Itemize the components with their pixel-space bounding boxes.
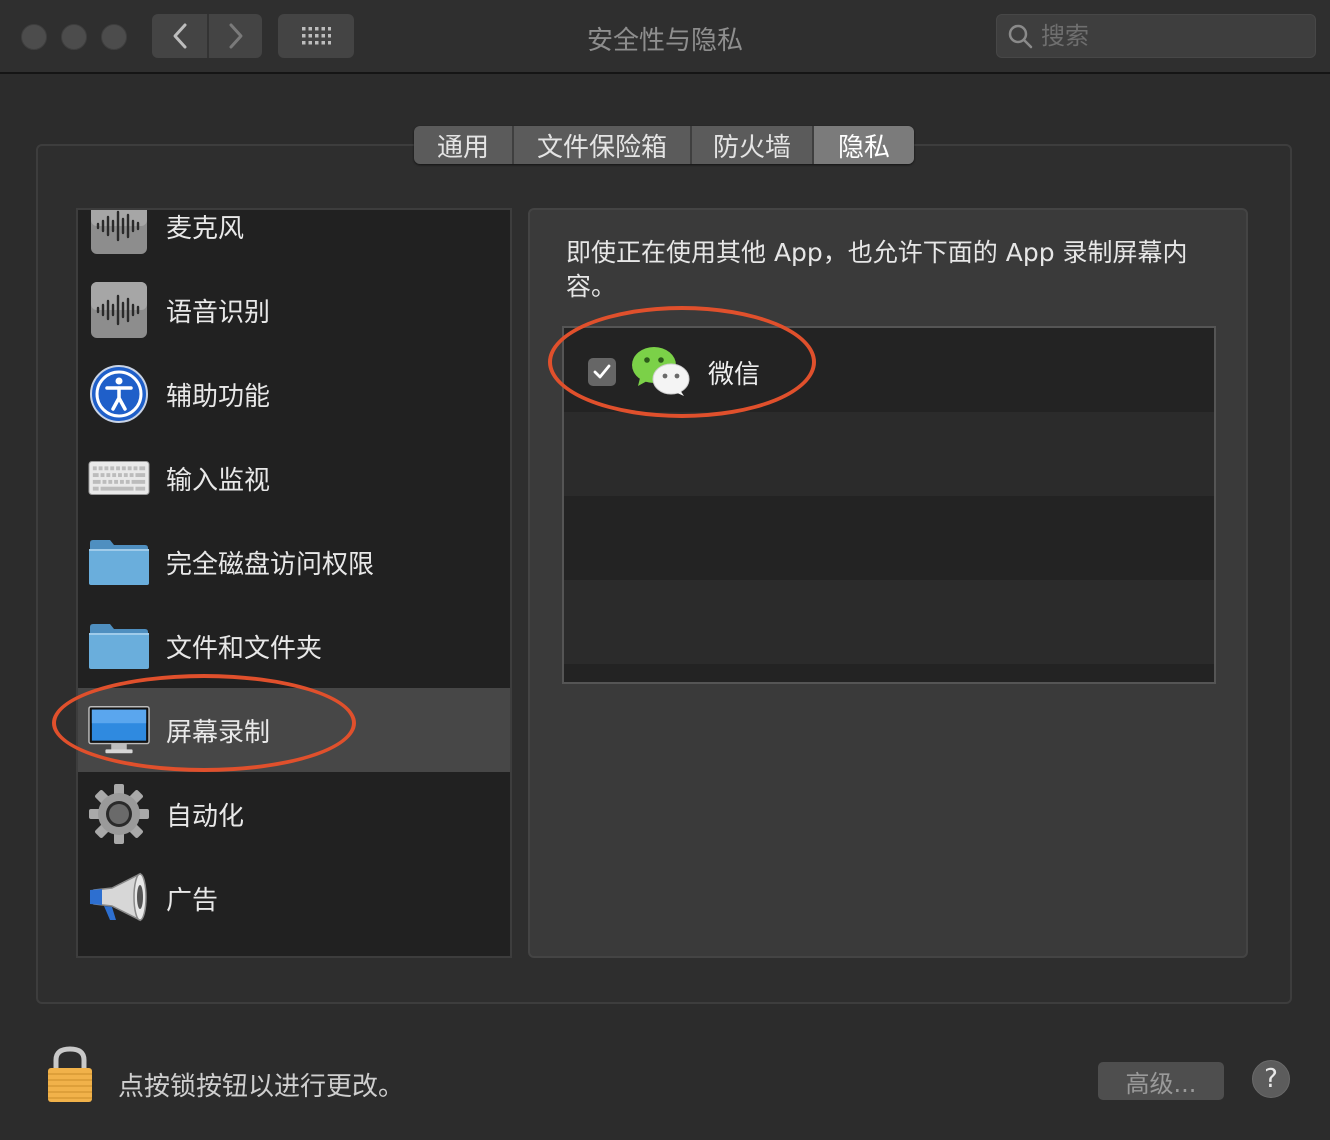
folder-icon — [88, 954, 150, 956]
sidebar-item-label: 辅助功能 — [166, 381, 271, 412]
tab-privacy[interactable]: 隐私 — [814, 126, 914, 164]
keyboard-icon — [88, 447, 150, 509]
app-name: 微信 — [708, 360, 761, 390]
checkmark-icon — [593, 364, 611, 379]
folder-icon — [88, 615, 150, 677]
app-checkbox[interactable] — [588, 358, 616, 386]
app-list[interactable]: 微信 — [562, 326, 1216, 684]
sidebar-item-label: 文件和文件夹 — [166, 633, 323, 664]
sidebar-item-label: 麦克风 — [166, 213, 245, 244]
help-button[interactable]: ? — [1252, 1060, 1290, 1098]
accessibility-icon — [88, 363, 150, 425]
display-icon — [88, 699, 150, 761]
wechat-icon — [630, 344, 692, 398]
empty-row — [564, 412, 1214, 496]
advanced-button[interactable]: 高级... — [1098, 1062, 1224, 1100]
sidebar-item-label: 输入监视 — [166, 465, 271, 496]
show-all-button[interactable] — [278, 14, 354, 58]
folder-icon — [88, 531, 150, 593]
empty-row — [564, 496, 1214, 580]
forward-button[interactable] — [207, 14, 262, 58]
search-field[interactable] — [996, 14, 1316, 58]
sidebar-item-accessibility[interactable]: 辅助功能 — [78, 352, 510, 436]
sidebar-item-automation[interactable]: 自动化 — [78, 772, 510, 856]
sidebar-item-next[interactable] — [78, 940, 510, 956]
tab-bar: 通用 文件保险箱 防火墙 隐私 — [414, 126, 914, 164]
sidebar-item-label: 自动化 — [166, 801, 245, 832]
close-window-button[interactable] — [21, 24, 47, 50]
chevron-left-icon — [173, 23, 186, 49]
tab-general[interactable]: 通用 — [414, 126, 514, 164]
search-icon — [1008, 24, 1033, 49]
screen-recording-detail: 即使正在使用其他 App，也允许下面的 App 录制屏幕内容。 微信 — [528, 208, 1248, 958]
sidebar-item-files-and-folders[interactable]: 文件和文件夹 — [78, 604, 510, 688]
lock-icon[interactable] — [46, 1046, 94, 1104]
sidebar-item-microphone[interactable]: 麦克风 — [78, 210, 510, 268]
back-button[interactable] — [152, 14, 207, 58]
tab-firewall[interactable]: 防火墙 — [692, 126, 814, 164]
empty-row — [564, 664, 1214, 682]
navigation-buttons — [152, 14, 262, 58]
sidebar-item-speech-recognition[interactable]: 语音识别 — [78, 268, 510, 352]
title-bar: 安全性与隐私 — [0, 0, 1330, 74]
sidebar-item-label: 广告 — [166, 885, 219, 916]
grid-icon — [302, 27, 331, 45]
sidebar-item-input-monitoring[interactable]: 输入监视 — [78, 436, 510, 520]
zoom-window-button[interactable] — [101, 24, 127, 50]
sidebar-item-label: 屏幕录制 — [166, 717, 271, 748]
megaphone-icon — [88, 867, 150, 929]
description-text: 即使正在使用其他 App，也允许下面的 App 录制屏幕内容。 — [566, 238, 1188, 301]
sidebar-item-full-disk-access[interactable]: 完全磁盘访问权限 — [78, 520, 510, 604]
search-input[interactable] — [1041, 22, 1291, 50]
lock-hint-text: 点按锁按钮以进行更改。 — [118, 1072, 405, 1102]
app-row-wechat[interactable]: 微信 — [564, 328, 1214, 412]
sidebar-item-label: 完全磁盘访问权限 — [166, 549, 375, 580]
microphone-waveform-icon — [88, 210, 150, 257]
sidebar-item-screen-recording[interactable]: 屏幕录制 — [78, 688, 510, 772]
speech-waveform-icon — [88, 279, 150, 341]
sidebar-item-label: 语音识别 — [166, 297, 271, 328]
minimize-window-button[interactable] — [61, 24, 87, 50]
tab-filevault[interactable]: 文件保险箱 — [514, 126, 692, 164]
empty-row — [564, 580, 1214, 664]
privacy-category-list[interactable]: 麦克风 语音识别 辅助功能 输入监视 完全磁盘访问权限 文件和文件夹 屏幕录制 … — [76, 208, 512, 958]
sidebar-item-advertising[interactable]: 广告 — [78, 856, 510, 940]
gear-icon — [88, 783, 150, 845]
chevron-right-icon — [229, 23, 242, 49]
